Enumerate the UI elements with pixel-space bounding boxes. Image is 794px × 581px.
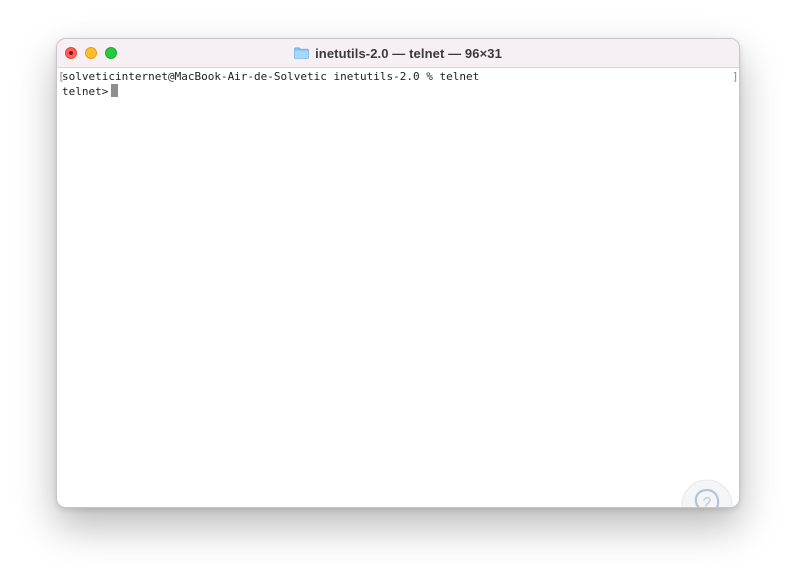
terminal-content[interactable]: [ ] solveticinternet@MacBook-Air-de-Solv… xyxy=(57,68,739,507)
terminal-line-command: solveticinternet@MacBook-Air-de-Solvetic… xyxy=(62,70,479,84)
window-title: inetutils-2.0 — telnet — 96×31 xyxy=(315,45,502,61)
title-bar[interactable]: inetutils-2.0 — telnet — 96×31 xyxy=(57,39,739,68)
solvetic-watermark-logo xyxy=(681,479,733,507)
telnet-prompt: telnet> xyxy=(62,85,109,98)
terminal-line-prompt: telnet> xyxy=(62,84,119,99)
folder-icon xyxy=(294,47,309,59)
command-text: solveticinternet@MacBook-Air-de-Solvetic… xyxy=(62,70,480,83)
text-cursor xyxy=(111,84,119,97)
window-title-area: inetutils-2.0 — telnet — 96×31 xyxy=(57,39,739,67)
line-bracket-right: ] xyxy=(732,70,739,83)
terminal-window: inetutils-2.0 — telnet — 96×31 [ ] solve… xyxy=(56,38,740,508)
